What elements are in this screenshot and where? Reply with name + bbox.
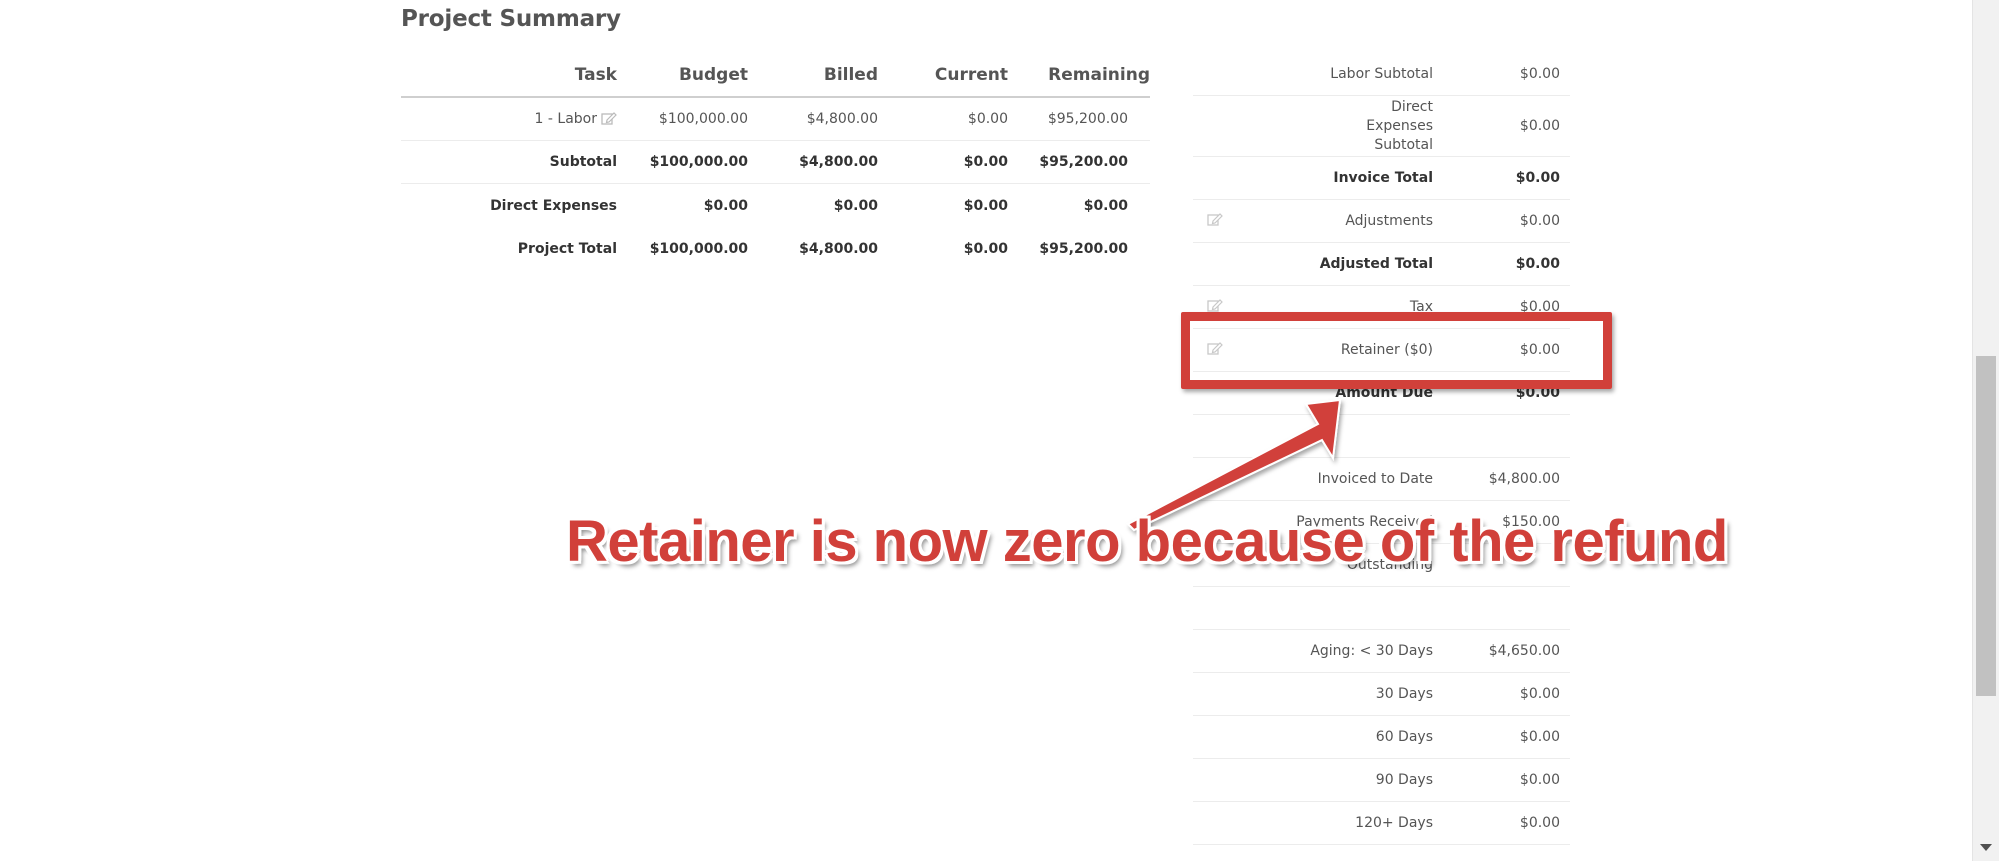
summary-spacer: [1193, 587, 1570, 630]
summary-value: $0.00: [1515, 256, 1560, 272]
task-cell: Project Total: [517, 240, 617, 257]
summary-label: 90 Days: [1375, 771, 1433, 788]
summary-label: 120+ Days: [1355, 814, 1433, 831]
summary-value: $4,650.00: [1488, 643, 1560, 659]
edit-icon[interactable]: [1193, 212, 1233, 230]
summary-row-adjusted-total: Adjusted Total $0.00: [1193, 243, 1570, 286]
remaining-cell: $95,200.00: [1039, 154, 1128, 170]
billed-cell: $4,800.00: [806, 111, 878, 127]
summary-row-90-days: 90 Days $0.00: [1193, 759, 1570, 802]
project-summary-table: Task Budget Billed Current Remaining 1 -…: [401, 54, 1150, 270]
summary-label: Invoice Total: [1333, 169, 1433, 186]
summary-label: Labor Subtotal: [1330, 65, 1433, 82]
summary-label: 60 Days: [1375, 728, 1433, 745]
header-current[interactable]: Current: [878, 65, 1008, 85]
table-row: 1 - Labor $100,000.00 $4,800.00 $0.00 $9…: [401, 98, 1150, 141]
table-header: Task Budget Billed Current Remaining: [401, 54, 1150, 98]
remaining-cell: $95,200.00: [1039, 240, 1128, 257]
page-title: Project Summary: [401, 6, 621, 32]
scroll-down-icon[interactable]: [1980, 844, 1992, 851]
table-row: Subtotal $100,000.00 $4,800.00 $0.00 $95…: [401, 141, 1150, 184]
current-cell: $0.00: [963, 240, 1008, 257]
task-cell: Subtotal: [549, 154, 617, 170]
summary-value: $0.00: [1519, 772, 1560, 788]
summary-row-invoiced-to-date: Invoiced to Date $4,800.00: [1193, 458, 1570, 501]
summary-row-aging-30: Aging: < 30 Days $4,650.00: [1193, 630, 1570, 673]
summary-value: $0.00: [1519, 213, 1560, 229]
invoice-summary-table: Labor Subtotal $0.00 Direct Expenses Sub…: [1193, 53, 1570, 845]
budget-cell: $100,000.00: [658, 111, 748, 127]
header-budget[interactable]: Budget: [617, 65, 748, 85]
header-billed[interactable]: Billed: [748, 65, 878, 85]
summary-row-adjustments: Adjustments $0.00: [1193, 200, 1570, 243]
summary-row-30-days: 30 Days $0.00: [1193, 673, 1570, 716]
summary-value: $0.00: [1519, 66, 1560, 82]
task-cell: 1 - Labor: [401, 111, 617, 127]
header-task[interactable]: Task: [401, 65, 617, 85]
task-label: 1 - Labor: [534, 111, 597, 127]
summary-label: 30 Days: [1375, 685, 1433, 702]
summary-label: Aging: < 30 Days: [1310, 642, 1433, 659]
current-cell: $0.00: [963, 154, 1008, 170]
vertical-scrollbar[interactable]: [1972, 0, 1999, 861]
summary-row-direct-expenses-subtotal: Direct Expenses Subtotal $0.00: [1193, 96, 1570, 157]
summary-value: $0.00: [1519, 815, 1560, 831]
summary-label: Adjusted Total: [1319, 255, 1433, 272]
table-row: Direct Expenses $0.00 $0.00 $0.00 $0.00: [401, 184, 1150, 227]
budget-cell: $0.00: [703, 197, 748, 214]
billed-cell: $4,800.00: [799, 154, 878, 170]
summary-row-invoice-total: Invoice Total $0.00: [1193, 157, 1570, 200]
budget-cell: $100,000.00: [649, 240, 748, 257]
summary-row-60-days: 60 Days $0.00: [1193, 716, 1570, 759]
task-cell: Direct Expenses: [490, 197, 617, 214]
summary-value: $4,800.00: [1488, 471, 1560, 487]
summary-value: $0.00: [1519, 686, 1560, 702]
summary-value: $0.00: [1519, 729, 1560, 745]
scrollbar-thumb[interactable]: [1976, 356, 1996, 696]
summary-label: Direct Expenses Subtotal: [1366, 98, 1433, 153]
summary-value: $0.00: [1515, 170, 1560, 186]
summary-spacer: [1193, 415, 1570, 458]
billed-cell: $4,800.00: [799, 240, 878, 257]
remaining-cell: $95,200.00: [1047, 111, 1128, 127]
current-cell: $0.00: [967, 111, 1008, 127]
summary-label: Adjustments: [1345, 212, 1433, 229]
header-remaining[interactable]: Remaining: [1008, 65, 1150, 85]
retainer-highlight-box: [1181, 312, 1612, 389]
annotation-callout: Retainer is now zero because of the refu…: [566, 509, 1728, 574]
billed-cell: $0.00: [833, 197, 878, 214]
table-row: Project Total $100,000.00 $4,800.00 $0.0…: [401, 227, 1150, 270]
summary-value: $0.00: [1519, 118, 1560, 134]
remaining-cell: $0.00: [1083, 197, 1128, 214]
summary-row-labor-subtotal: Labor Subtotal $0.00: [1193, 53, 1570, 96]
summary-row-120-days: 120+ Days $0.00: [1193, 802, 1570, 845]
edit-icon[interactable]: [601, 111, 617, 125]
current-cell: $0.00: [963, 197, 1008, 214]
budget-cell: $100,000.00: [649, 154, 748, 170]
summary-label: Invoiced to Date: [1317, 470, 1433, 487]
